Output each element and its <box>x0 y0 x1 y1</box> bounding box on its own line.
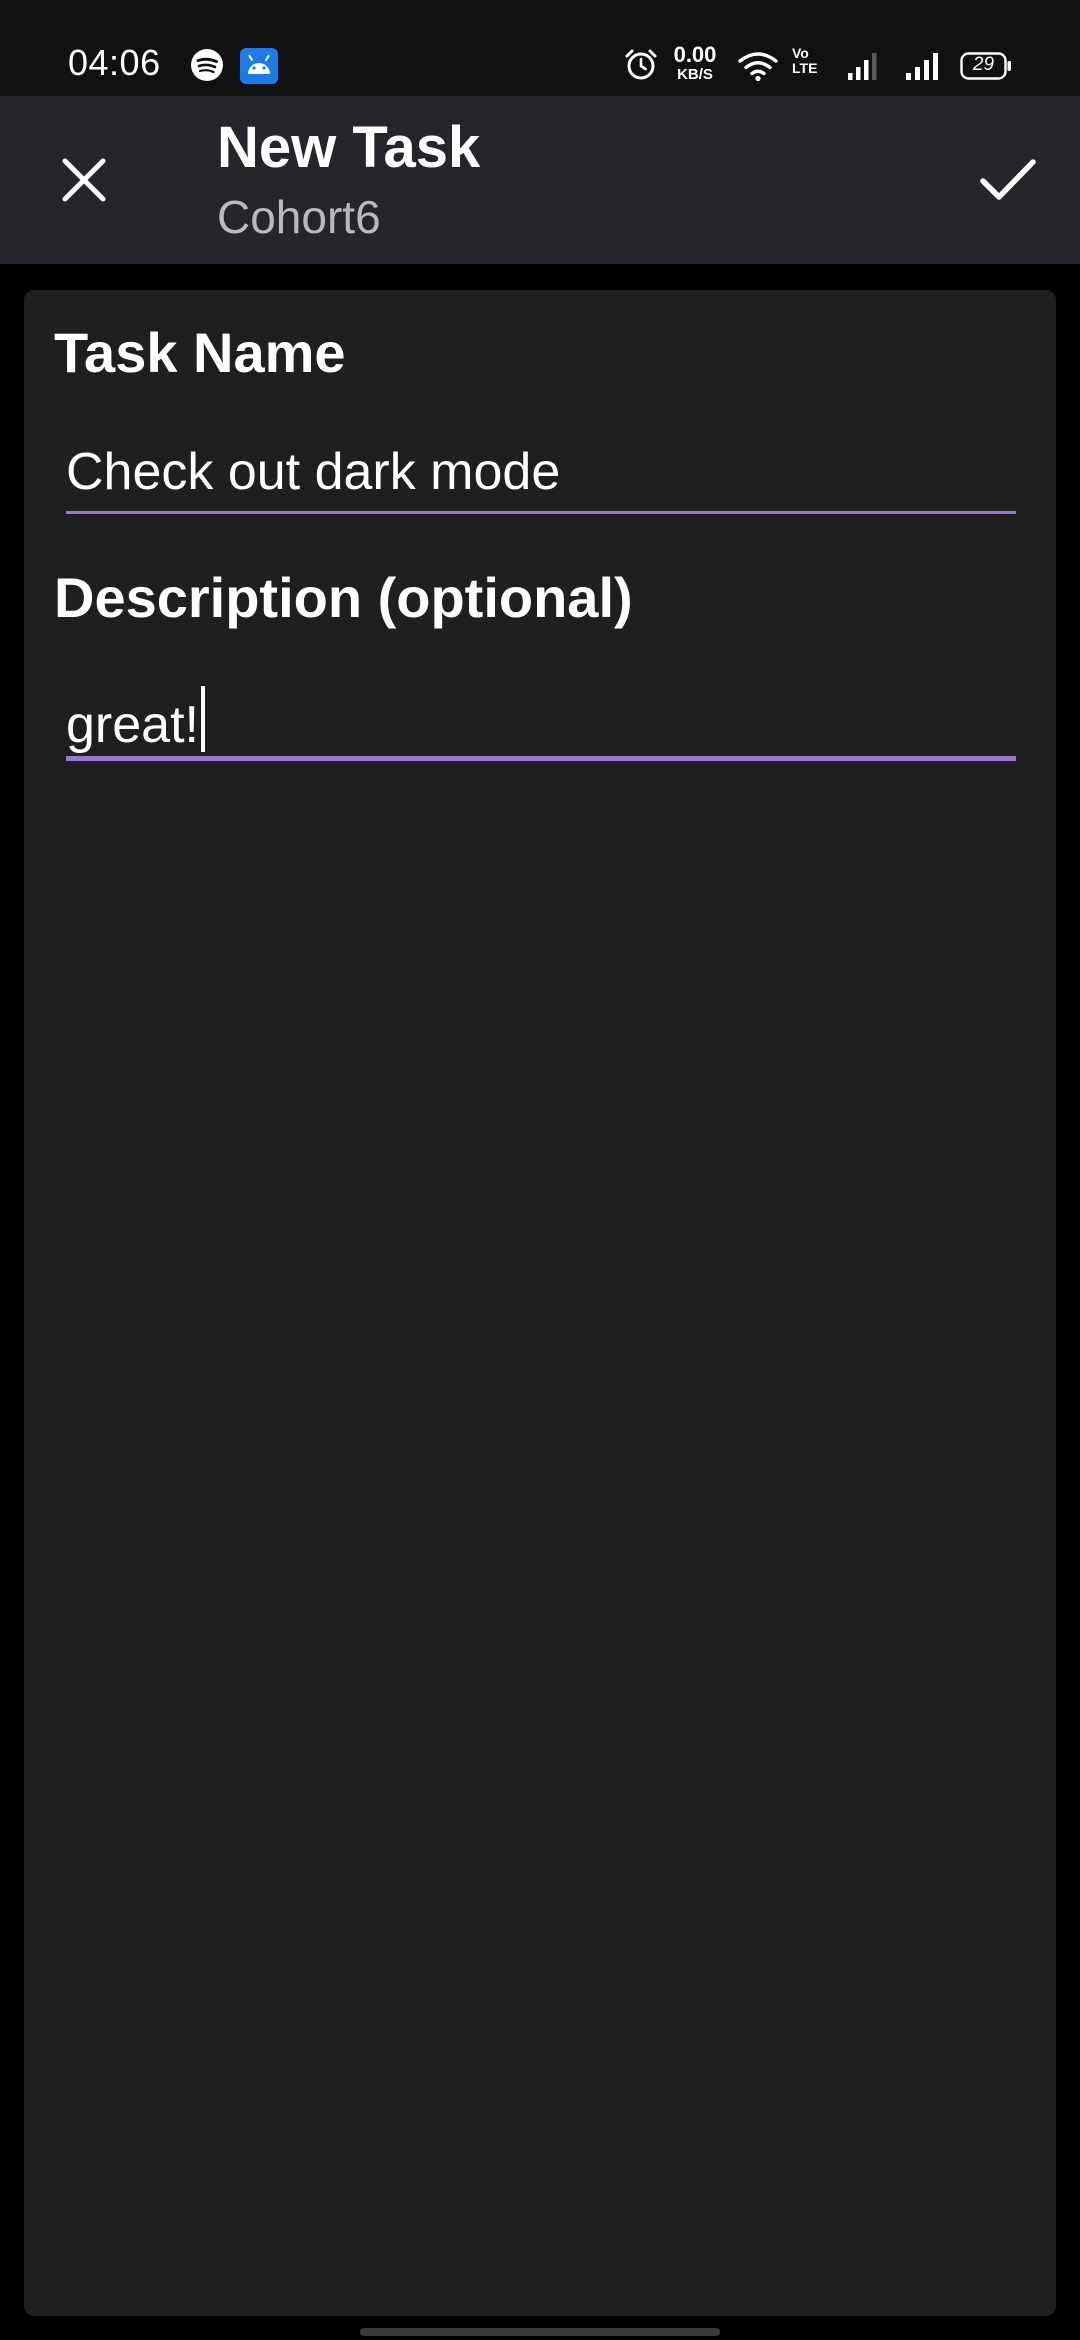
alarm-icon <box>625 49 657 80</box>
task-name-value: Check out dark mode <box>66 443 561 501</box>
close-button[interactable] <box>40 136 128 224</box>
signal-icon <box>906 53 938 80</box>
text-cursor <box>200 686 205 752</box>
task-name-input[interactable]: Check out dark mode <box>66 442 1016 502</box>
volte-top-label: Vo <box>792 45 809 61</box>
volte-badge: Vo LTE <box>792 46 832 75</box>
wifi-icon <box>738 52 778 82</box>
task-name-label: Task Name <box>54 321 346 384</box>
description-value: great! <box>66 696 199 754</box>
save-button[interactable] <box>964 136 1052 224</box>
network-speed: 0.00 KB/S <box>672 42 718 83</box>
page-title: New Task <box>217 115 481 180</box>
task-name-underline <box>66 511 1016 514</box>
network-speed-value: 0.00 <box>673 42 717 67</box>
task-form-card: Task Name Check out dark mode Descriptio… <box>24 290 1056 2316</box>
close-icon <box>62 158 106 202</box>
spotify-icon <box>191 49 223 81</box>
battery-level: 29 <box>972 54 995 75</box>
status-time: 04:06 <box>68 42 161 83</box>
volte-bottom-label: LTE <box>792 59 818 76</box>
check-icon <box>980 159 1036 200</box>
description-input[interactable]: great! <box>66 686 1016 755</box>
signal-icon <box>848 53 877 80</box>
description-underline <box>66 756 1016 761</box>
android-icon <box>240 48 278 84</box>
description-label: Description (optional) <box>54 566 633 629</box>
navigation-handle[interactable] <box>360 2328 720 2336</box>
app-toolbar: New Task Cohort6 <box>0 96 1080 264</box>
project-subtitle: Cohort6 <box>217 191 381 243</box>
battery-icon: 29 <box>960 52 1012 80</box>
status-bar: 04:06 0.00 KB/S Vo LTE 29 <box>0 0 1080 96</box>
network-speed-unit: KB/S <box>677 66 713 83</box>
